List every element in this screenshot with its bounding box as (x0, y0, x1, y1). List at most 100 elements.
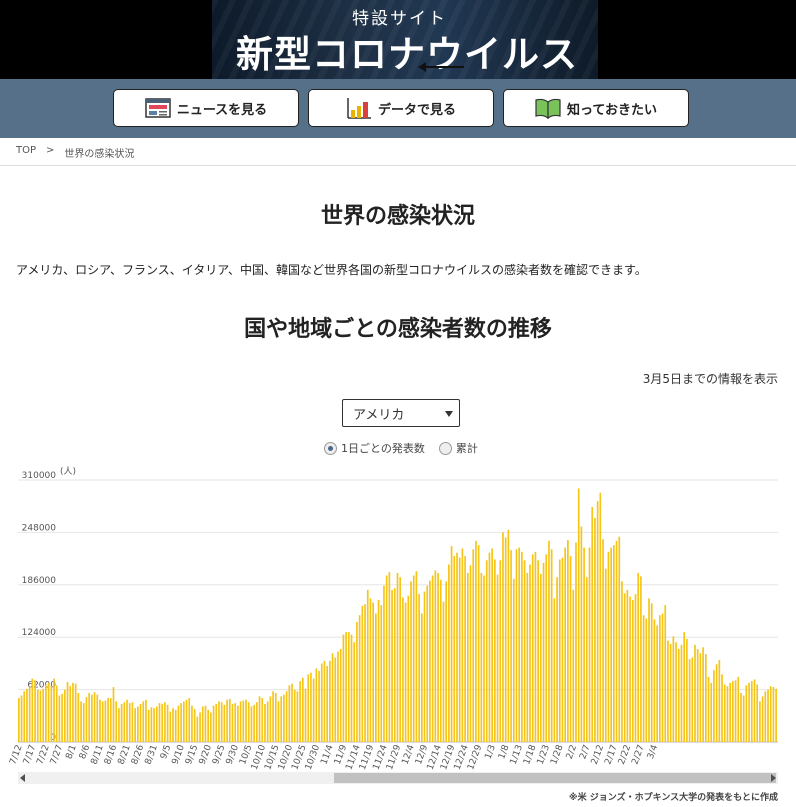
x-tick-label: 8/1 (64, 744, 78, 761)
chart-bar (723, 684, 726, 742)
chart-bar (231, 703, 234, 742)
chart-bar (388, 572, 391, 742)
chart-bar (750, 681, 753, 742)
chart-bar (93, 692, 96, 742)
chart-bar (564, 547, 567, 742)
chart-bar (494, 559, 496, 742)
chart-bar (329, 660, 331, 742)
news-nav-label: ニュースを見る (176, 102, 268, 118)
chart-bar (588, 547, 591, 742)
chart-bar (207, 709, 209, 742)
scroll-right-icon[interactable] (771, 774, 776, 782)
chart-bar (204, 705, 207, 742)
y-tick-label: 310000 (22, 471, 57, 481)
banner-image[interactable]: 特設サイト 新型コロナウイルス (212, 0, 598, 79)
chart-bar (418, 594, 420, 742)
chart-bar (145, 699, 147, 742)
chart-bar (583, 547, 585, 742)
chart-bar (391, 589, 393, 742)
chart-bar (120, 703, 123, 742)
chart-bar (615, 540, 618, 742)
chart-bar (456, 552, 458, 742)
chart-bar (353, 642, 356, 742)
chart-bar (510, 550, 512, 742)
chart-bar (718, 660, 721, 742)
chart-bar (99, 699, 101, 742)
chart-bar (74, 683, 77, 742)
chart-bar (469, 565, 472, 742)
chart-bar (431, 575, 434, 742)
chart-bar (28, 687, 31, 742)
chart-bar (242, 700, 245, 742)
chart-bar (485, 560, 488, 742)
chart-bar (659, 615, 661, 742)
chart-bar (345, 632, 347, 742)
banner-title: 新型コロナウイルス (236, 33, 578, 76)
cumulative-radio[interactable]: 累計 (438, 440, 478, 456)
chart-bar (488, 552, 491, 742)
chart-bar (220, 702, 223, 742)
chart-bar (82, 703, 85, 742)
chart-bar (558, 559, 561, 742)
country-select-value: アメリカ (353, 407, 405, 423)
breadcrumb-home-link[interactable]: TOP (16, 145, 36, 160)
chart-bar (383, 585, 385, 742)
y-tick-label: 124000 (22, 628, 57, 638)
chart-bar (63, 689, 66, 742)
chart-bar (686, 638, 688, 742)
chart-bar (188, 698, 191, 742)
daily-radio[interactable]: 1日ごとの発表数 (324, 440, 425, 456)
chart-bar (683, 632, 686, 742)
chart-bar (548, 540, 550, 742)
country-select[interactable]: アメリカ (342, 399, 460, 427)
chart-bar (648, 598, 650, 742)
chart-bar (664, 605, 667, 742)
chart-bar (737, 676, 740, 742)
know-nav-label: 知っておきたい (567, 102, 657, 118)
chart-bar (34, 680, 36, 742)
radio-unselected-icon (438, 441, 452, 455)
chart-bar (599, 492, 602, 742)
chart-bar (764, 691, 767, 742)
y-tick-label: 248000 (22, 523, 57, 533)
chart-bar (518, 547, 521, 742)
chart-bar (466, 572, 469, 742)
chart-bar (36, 689, 39, 742)
chart-bar (128, 703, 131, 742)
chart-bar (515, 549, 518, 742)
chart-scroll-thumb[interactable] (334, 773, 776, 783)
chart-bar (210, 712, 212, 742)
chart-bar (550, 549, 553, 742)
chart-bar (18, 698, 20, 742)
chart-bar (769, 686, 772, 742)
chart-bar (77, 692, 80, 742)
chart-scrollbar[interactable] (18, 772, 778, 784)
chart-bar (247, 702, 250, 742)
chart-bar (537, 560, 539, 742)
chart-bar (274, 692, 277, 742)
chart-bar (742, 695, 745, 742)
news-nav-button[interactable]: ニュースを見る (113, 89, 299, 127)
chart-bar (604, 568, 607, 742)
chart-bar (256, 702, 258, 742)
chart-bar (650, 603, 653, 742)
know-nav-button[interactable]: 知っておきたい (503, 89, 689, 127)
chart-bar (31, 678, 34, 742)
chart-bar (107, 698, 109, 742)
data-nav-button[interactable]: データで見る (308, 89, 494, 127)
chart-bar (334, 657, 337, 742)
scroll-left-icon[interactable] (20, 774, 25, 782)
chart-bar (307, 674, 310, 742)
source-note: ※米 ジョンズ・ホプキンス大学の発表をもとに作成 (568, 793, 778, 803)
chart-bar (667, 640, 669, 742)
chart-bar (291, 683, 293, 742)
chart-bar (304, 688, 307, 742)
chart-bar (675, 642, 677, 742)
chart-bar (245, 699, 247, 742)
cases-bar-chart[interactable]: 062000124000186000248000310000 (人)7/127/1… (0, 460, 796, 770)
chart-bar (596, 501, 599, 742)
chart-bar (626, 589, 629, 742)
chart-bar (483, 575, 485, 742)
chart-bar (350, 634, 353, 742)
chart-bar (61, 693, 63, 742)
